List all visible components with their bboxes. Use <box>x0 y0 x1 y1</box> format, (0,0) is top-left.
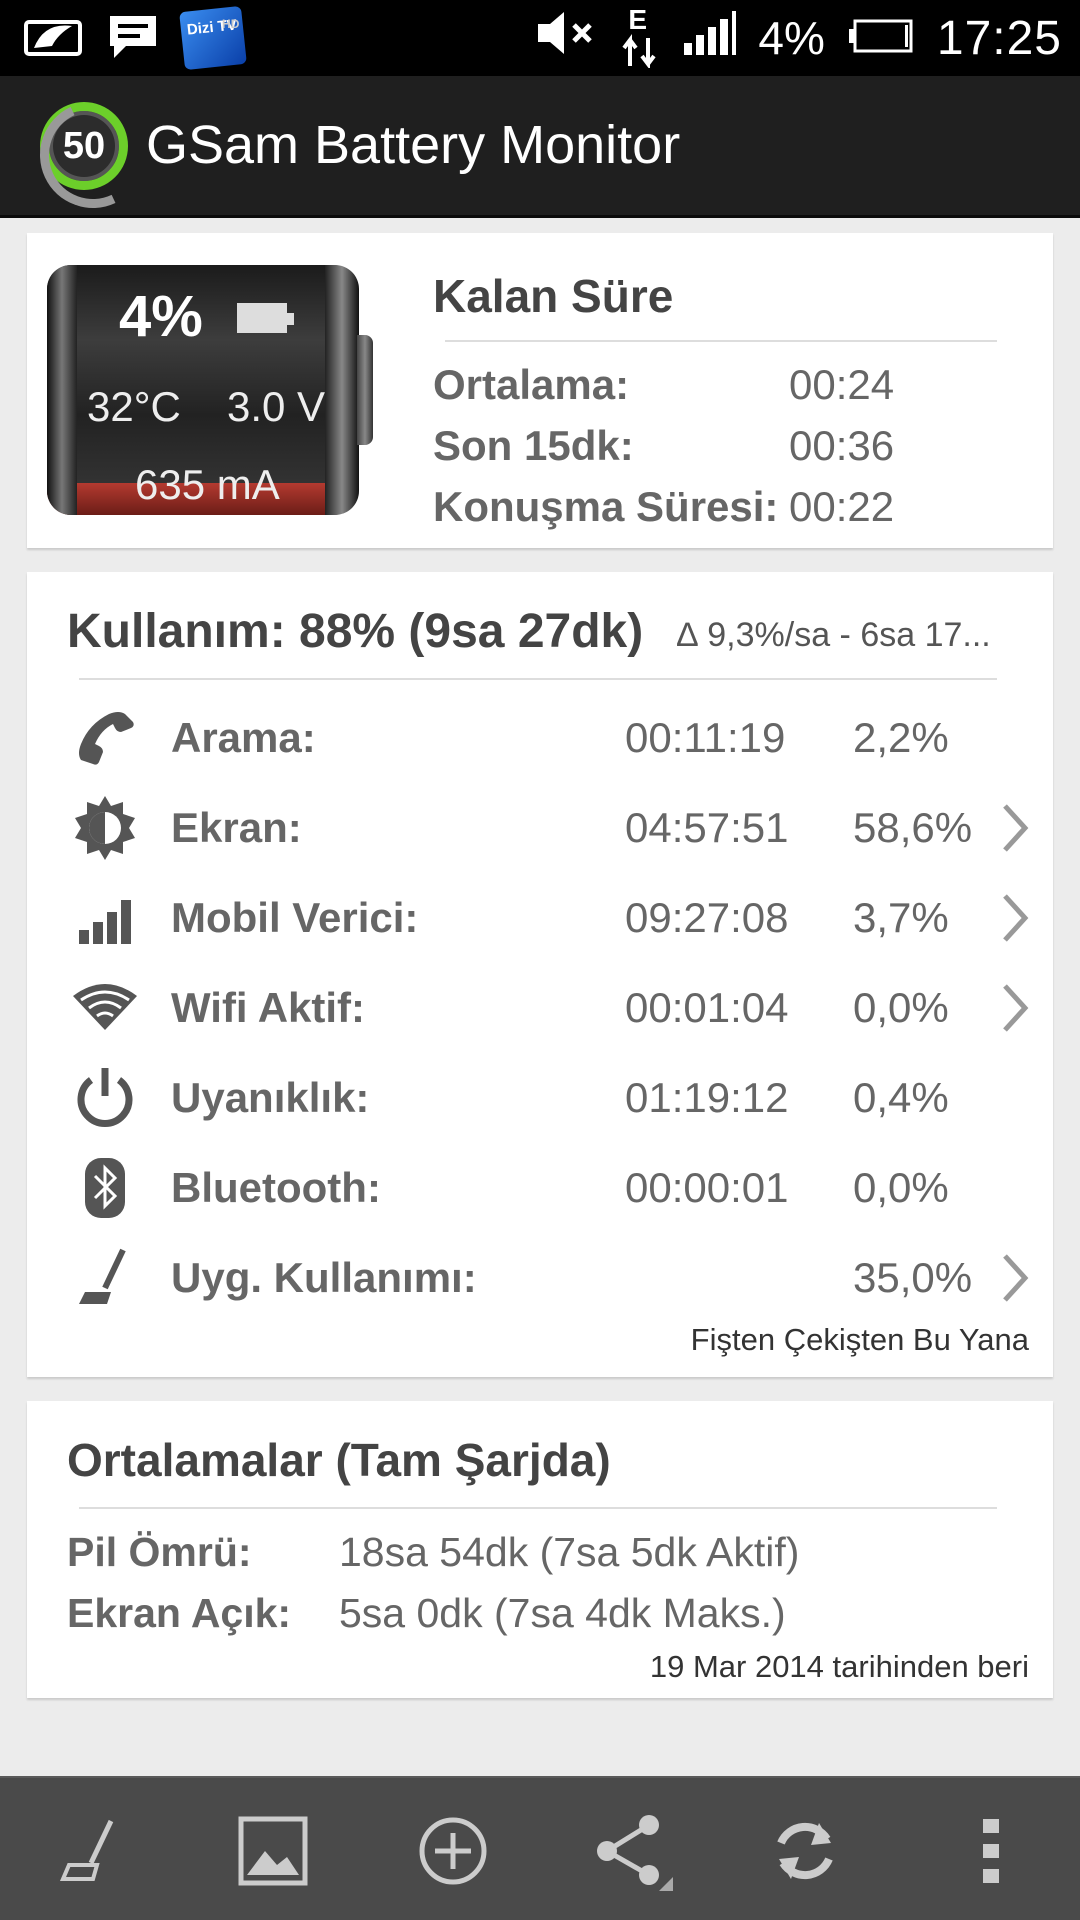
usage-row-mobile-radio[interactable]: Mobil Verici: 09:27:08 3,7% <box>27 874 1053 964</box>
usage-footer: Fişten Çekişten Bu Yana <box>690 1322 1029 1357</box>
chevron-right-icon <box>993 982 1033 1034</box>
usage-title: Kullanım: 88% (9sa 27dk) <box>67 605 644 658</box>
usage-label: Arama: <box>171 714 316 761</box>
wifi-icon <box>71 974 139 1042</box>
battery-temperature: 32°C <box>87 383 181 430</box>
averages-value-screen-on: 5sa 0dk (7sa 4dk Maks.) <box>339 1590 786 1636</box>
remaining-value-talk: 00:22 <box>789 483 895 530</box>
divider <box>79 678 997 680</box>
mute-icon <box>534 8 598 69</box>
battery-small-icon <box>237 303 294 333</box>
battery-status-icon <box>847 11 915 65</box>
overflow-menu-icon <box>981 1815 1001 1892</box>
averages-label-screen-on: Ekran Açık: <box>67 1590 292 1636</box>
broom-icon <box>71 1244 139 1312</box>
battery-current: 635 mA <box>135 461 280 508</box>
usage-label: Wifi Aktif: <box>171 984 366 1031</box>
usage-row-app-usage[interactable]: Uyg. Kullanımı: 35,0% <box>27 1234 1053 1324</box>
share-button[interactable] <box>588 1808 678 1898</box>
averages-footer: 19 Mar 2014 tarihinden beri <box>649 1649 1029 1684</box>
brightness-icon <box>71 794 139 862</box>
signal-icon <box>682 10 737 66</box>
usage-time: 01:19:12 <box>625 1074 789 1121</box>
usage-row-awake[interactable]: Uyanıklık: 01:19:12 0,4% <box>27 1054 1053 1144</box>
add-icon <box>417 1815 489 1892</box>
refresh-icon <box>767 1813 843 1894</box>
usage-percent: 0,4% <box>853 1074 949 1121</box>
image-icon <box>237 1815 309 1892</box>
app-logo[interactable]: 50 <box>40 102 128 190</box>
edge-data-icon: E <box>620 4 660 68</box>
usage-row-bluetooth[interactable]: Bluetooth: 00:00:01 0,0% <box>27 1144 1053 1234</box>
image-button[interactable] <box>228 1808 318 1898</box>
message-notification-icon <box>106 12 160 65</box>
usage-row-call[interactable]: Arama: 00:11:19 2,2% <box>27 694 1053 784</box>
usage-time: 09:27:08 <box>625 894 789 941</box>
chevron-right-icon <box>993 1252 1033 1304</box>
usage-row-screen[interactable]: Ekran: 04:57:51 58,6% <box>27 784 1053 874</box>
remaining-label-average: Ortalama: <box>433 361 630 408</box>
bluetooth-icon <box>71 1154 139 1222</box>
signal-bars-icon <box>71 884 139 952</box>
remaining-value-average: 00:24 <box>789 361 895 408</box>
app-title: GSam Battery Monitor <box>146 115 681 175</box>
remaining-value-last15: 00:36 <box>789 422 895 469</box>
usage-percent: 35,0% <box>853 1254 973 1301</box>
usage-label: Mobil Verici: <box>171 894 419 941</box>
usage-percent: 0,0% <box>853 1164 949 1211</box>
battery-percent: 4% <box>119 284 203 349</box>
share-icon <box>593 1811 673 1896</box>
battery-voltage: 3.0 V <box>227 383 326 430</box>
usage-time: 00:01:04 <box>625 984 789 1031</box>
usage-time: 04:57:51 <box>625 804 789 851</box>
phone-icon <box>71 704 139 772</box>
usage-time: 00:11:19 <box>625 714 786 761</box>
usage-percent: 0,0% <box>853 984 949 1031</box>
usage-delta: ∆ 9,3%/sa - 6sa 17... <box>677 616 991 654</box>
app-usage-button[interactable] <box>46 1808 136 1898</box>
divider <box>445 340 997 342</box>
broom-icon <box>55 1815 127 1892</box>
usage-label: Ekran: <box>171 804 302 851</box>
usage-card: Kullanım: 88% (9sa 27dk) ∆ 9,3%/sa - 6sa… <box>27 572 1053 1377</box>
usage-time: 00:00:01 <box>625 1164 789 1211</box>
averages-title: Ortalamalar (Tam Şarjda) <box>67 1434 611 1486</box>
screenshot-notification-icon <box>22 14 84 63</box>
battery-graphic: 4% 32°C 3.0 V 635 mA <box>47 265 377 515</box>
chevron-right-icon <box>993 892 1033 944</box>
bottom-action-bar <box>0 1776 1080 1920</box>
chevron-right-icon <box>993 802 1033 854</box>
remaining-label-last15: Son 15dk: <box>433 422 634 469</box>
averages-card[interactable]: Ortalamalar (Tam Şarjda) Pil Ömrü: 18sa … <box>27 1401 1053 1698</box>
divider <box>79 1507 997 1509</box>
refresh-button[interactable] <box>760 1808 850 1898</box>
app-logo-value: 50 <box>62 124 106 167</box>
add-button[interactable] <box>408 1808 498 1898</box>
battery-percent-text: 4% <box>758 12 825 64</box>
usage-label: Uyanıklık: <box>171 1074 370 1121</box>
status-bar: Dizi TV HD E 4% 17:25 <box>0 0 1080 76</box>
usage-label: Uyg. Kullanımı: <box>171 1254 477 1301</box>
remaining-label-talk: Konuşma Süresi: <box>433 483 779 530</box>
usage-percent: 58,6% <box>853 804 973 851</box>
remaining-time-card[interactable]: 4% 32°C 3.0 V 635 mA Kalan Süre Ortalama… <box>27 233 1053 548</box>
usage-percent: 3,7% <box>853 894 949 941</box>
usage-percent: 2,2% <box>853 714 949 761</box>
remaining-title: Kalan Süre <box>433 270 674 322</box>
power-icon <box>71 1064 139 1132</box>
averages-label-battery-life: Pil Ömrü: <box>67 1529 252 1575</box>
app-bar: 50 GSam Battery Monitor <box>0 76 1080 218</box>
clock: 17:25 <box>936 11 1062 65</box>
averages-value-battery-life: 18sa 54dk (7sa 5dk Aktif) <box>339 1529 800 1575</box>
usage-label: Bluetooth: <box>171 1164 381 1211</box>
overflow-menu-button[interactable] <box>946 1808 1036 1898</box>
usage-row-wifi[interactable]: Wifi Aktif: 00:01:04 0,0% <box>27 964 1053 1054</box>
dizi-tv-notification-icon: Dizi TV HD <box>179 5 247 71</box>
